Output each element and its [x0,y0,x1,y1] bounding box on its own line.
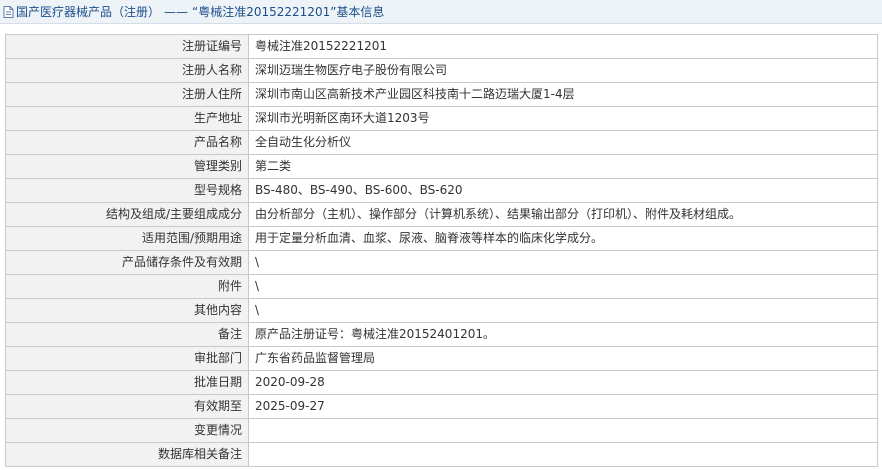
field-label: 产品名称 [5,130,249,155]
table-row: 注册人名称 深圳迈瑞生物医疗电子股份有限公司 [5,58,878,83]
table-row: 注册人住所 深圳市南山区高新技术产业园区科技南十二路迈瑞大厦1-4层 [5,82,878,107]
field-label: 变更情况 [5,418,249,443]
header-separator: —— [164,4,189,19]
table-row: 其他内容 \ [5,298,878,323]
field-value: 2025-09-27 [248,394,878,419]
field-value: \ [248,250,878,275]
field-value: 广东省药品监督管理局 [248,346,878,371]
field-value: 深圳迈瑞生物医疗电子股份有限公司 [248,58,878,83]
field-value: BS-480、BS-490、BS-600、BS-620 [248,178,878,203]
table-row: 数据库相关备注 [5,442,878,467]
field-label: 型号规格 [5,178,249,203]
field-label: 注册人名称 [5,58,249,83]
registration-info-table: 注册证编号 粤械注准20152221201 注册人名称 深圳迈瑞生物医疗电子股份有限公… [5,34,878,467]
table-row: 备注 原产品注册证号：粤械注准20152401201。 [5,322,878,347]
table-row: 管理类别 第二类 [5,154,878,179]
field-value: 2020-09-28 [248,370,878,395]
table-row: 生产地址 深圳市光明新区南环大道1203号 [5,106,878,131]
field-label: 产品储存条件及有效期 [5,250,249,275]
field-value: 深圳市光明新区南环大道1203号 [248,106,878,131]
table-row: 注册证编号 粤械注准20152221201 [5,34,878,59]
field-label: 注册证编号 [5,34,249,59]
field-label: 管理类别 [5,154,249,179]
field-label: 有效期至 [5,394,249,419]
field-label: 注册人住所 [5,82,249,107]
field-label: 适用范围/预期用途 [5,226,249,251]
field-value: 第二类 [248,154,878,179]
table-row: 批准日期 2020-09-28 [5,370,878,395]
document-icon [3,5,14,18]
field-label: 附件 [5,274,249,299]
field-label: 生产地址 [5,106,249,131]
table-row: 变更情况 [5,418,878,443]
table-row: 型号规格 BS-480、BS-490、BS-600、BS-620 [5,178,878,203]
field-value [248,442,878,467]
field-label: 批准日期 [5,370,249,395]
field-value: \ [248,298,878,323]
table-row: 产品储存条件及有效期 \ [5,250,878,275]
header-category: 国产医疗器械产品（注册） [16,5,161,19]
table-row: 结构及组成/主要组成成分 由分析部分（主机）、操作部分（计算机系统）、结果输出部分… [5,202,878,227]
field-label: 备注 [5,322,249,347]
field-label: 审批部门 [5,346,249,371]
table-row: 产品名称 全自动生化分析仪 [5,130,878,155]
field-value: 用于定量分析血清、血浆、尿液、脑脊液等样本的临床化学成分。 [248,226,878,251]
field-value: 由分析部分（主机）、操作部分（计算机系统）、结果输出部分（打印机）、附件及耗材组… [248,202,878,227]
field-value: \ [248,274,878,299]
field-label: 数据库相关备注 [5,442,249,467]
table-row: 适用范围/预期用途 用于定量分析血清、血浆、尿液、脑脊液等样本的临床化学成分。 [5,226,878,251]
field-value [248,418,878,443]
field-value: 深圳市南山区高新技术产业园区科技南十二路迈瑞大厦1-4层 [248,82,878,107]
field-value: 全自动生化分析仪 [248,130,878,155]
table-row: 附件 \ [5,274,878,299]
field-label: 其他内容 [5,298,249,323]
table-row: 审批部门 广东省药品监督管理局 [5,346,878,371]
table-row: 有效期至 2025-09-27 [5,394,878,419]
field-value: 粤械注准20152221201 [248,34,878,59]
header-record-title: “粤械注准20152221201”基本信息 [192,5,385,19]
field-label: 结构及组成/主要组成成分 [5,202,249,227]
page-header: 国产医疗器械产品（注册） —— “粤械注准20152221201”基本信息 [0,0,882,24]
field-value: 原产品注册证号：粤械注准20152401201。 [248,322,878,347]
